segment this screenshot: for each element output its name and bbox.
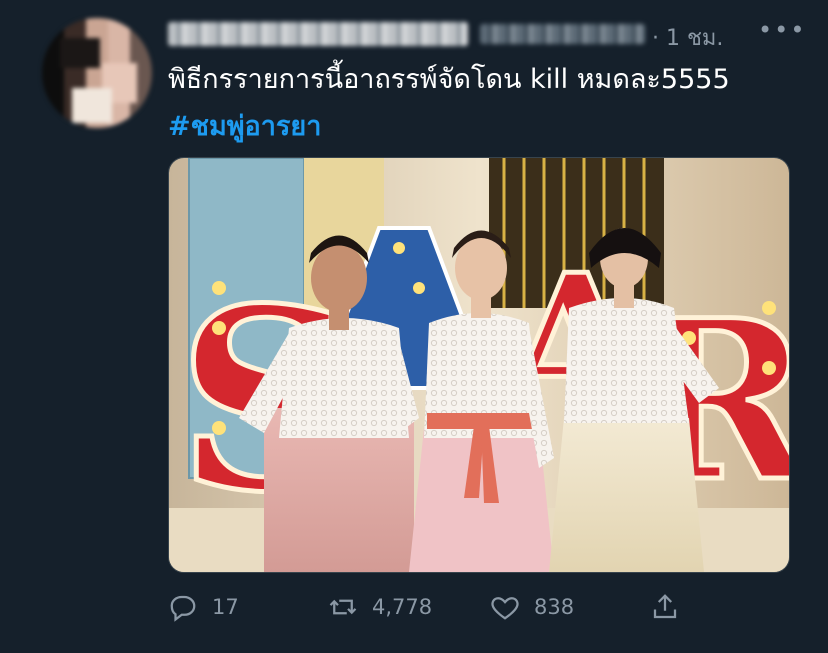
share-button[interactable] — [650, 585, 694, 629]
tweet-photo[interactable]: S A R — [168, 157, 790, 573]
like-button[interactable]: 838 — [490, 585, 574, 629]
more-options-icon[interactable]: ••• — [758, 16, 806, 44]
timestamp[interactable]: · 1 ชม. — [652, 20, 723, 55]
display-name-blurred[interactable] — [168, 22, 468, 46]
hashtag-link[interactable]: #ชมพู่อารยา — [168, 104, 321, 147]
retweet-button[interactable]: 4,778 — [328, 585, 432, 629]
tweet-header: · 1 ชม. ••• — [168, 14, 808, 54]
heart-icon — [491, 597, 519, 620]
reply-icon — [170, 595, 196, 622]
share-icon — [653, 594, 677, 619]
reply-button[interactable]: 17 — [168, 585, 239, 629]
reply-count: 17 — [212, 595, 239, 619]
tweet-text: พิธีกรรายการนี้อาถรรพ์จัดโดน kill หมดละ5… — [168, 64, 730, 95]
avatar[interactable] — [42, 18, 152, 128]
photo-illustration: S A R — [169, 158, 789, 572]
retweet-icon — [329, 599, 357, 615]
like-count: 838 — [534, 595, 575, 619]
action-bar: 17 4,778 838 — [168, 585, 788, 629]
tweet: · 1 ชม. ••• พิธีกรรายการนี้อาถรรพ์จัดโดน… — [0, 0, 828, 653]
retweet-count: 4,778 — [372, 595, 433, 619]
handle-blurred[interactable] — [480, 24, 645, 44]
